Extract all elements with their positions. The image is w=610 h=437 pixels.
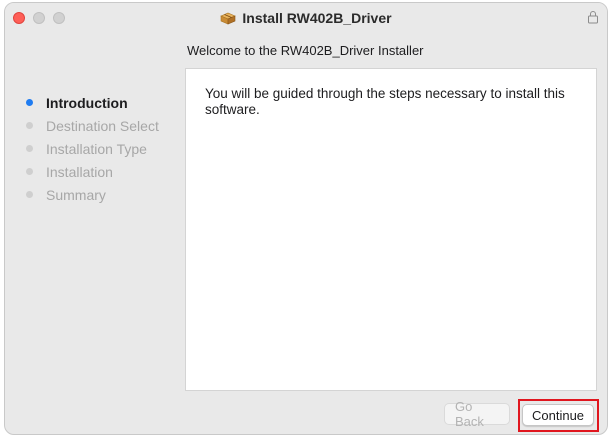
minimize-window-button[interactable]: [33, 12, 45, 24]
window-title: Install RW402B_Driver: [242, 10, 392, 26]
step-label: Introduction: [46, 94, 128, 111]
step-bullet-icon: [26, 168, 33, 175]
installer-steps-sidebar: Introduction Destination Select Installa…: [25, 91, 159, 206]
zoom-window-button[interactable]: [53, 12, 65, 24]
step-label: Summary: [46, 186, 106, 203]
step-bullet-icon: [26, 99, 33, 106]
window-title-group: Install RW402B_Driver: [220, 10, 392, 26]
installer-subtitle: Welcome to the RW402B_Driver Installer: [187, 43, 424, 58]
continue-highlight-box: [518, 399, 599, 432]
step-bullet-icon: [26, 122, 33, 129]
close-window-button[interactable]: [13, 12, 25, 24]
lock-icon: [587, 10, 599, 24]
go-back-button[interactable]: Go Back: [444, 399, 510, 429]
step-introduction: Introduction: [25, 91, 159, 114]
step-installation-type: Installation Type: [25, 137, 159, 160]
window-controls: [13, 12, 65, 24]
step-destination-select: Destination Select: [25, 114, 159, 137]
step-bullet-icon: [26, 145, 33, 152]
step-installation: Installation: [25, 160, 159, 183]
title-bar[interactable]: Install RW402B_Driver: [5, 3, 607, 33]
intro-text: You will be guided through the steps nec…: [205, 86, 565, 117]
step-label: Installation: [46, 163, 113, 180]
step-label: Installation Type: [46, 140, 147, 157]
installer-window: Install RW402B_Driver Welcome to the RW4…: [4, 2, 608, 435]
step-summary: Summary: [25, 183, 159, 206]
step-bullet-icon: [26, 191, 33, 198]
content-panel[interactable]: You will be guided through the steps nec…: [185, 68, 597, 391]
package-icon: [220, 11, 237, 25]
step-label: Destination Select: [46, 117, 159, 134]
